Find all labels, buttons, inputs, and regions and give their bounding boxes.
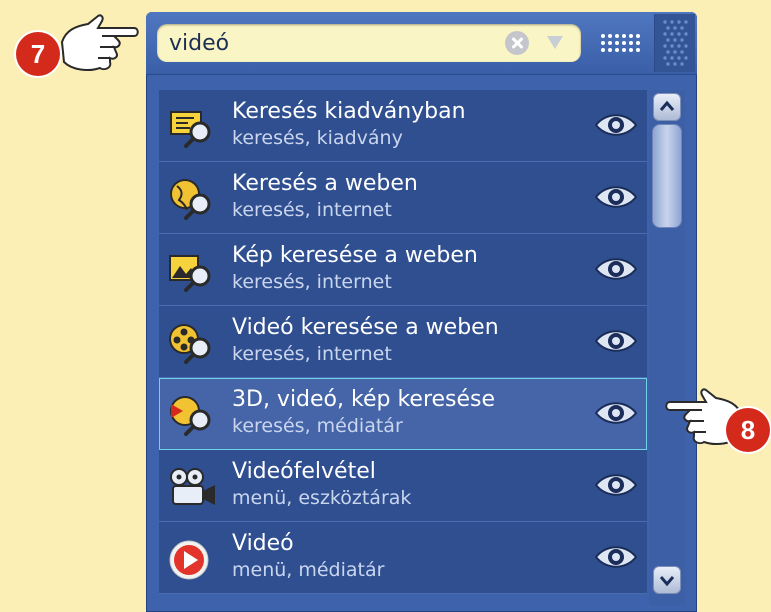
clear-search-icon[interactable]	[505, 31, 529, 55]
result-subtitle: menü, médiatár	[232, 559, 385, 581]
video-play-icon	[169, 540, 209, 580]
callout-badge-7: 7	[16, 32, 60, 76]
chevron-down-icon	[659, 576, 675, 587]
panel-handle-icon[interactable]	[654, 14, 695, 72]
image-search-icon	[169, 255, 211, 292]
scroll-up-button[interactable]	[653, 93, 681, 121]
preview-eye-icon[interactable]	[594, 542, 638, 572]
scrollbar-thumb[interactable]	[652, 124, 682, 228]
result-row-2[interactable]: Keresés a weben keresés, internet	[159, 162, 647, 234]
result-subtitle: keresés, internet	[232, 343, 392, 365]
preview-eye-icon[interactable]	[594, 254, 638, 284]
result-row-6[interactable]: Videófelvétel menü, eszköztárak	[159, 450, 647, 522]
results-list: Keresés kiadványban keresés, kiadvány Ke…	[159, 90, 647, 605]
video-search-icon	[169, 324, 211, 364]
result-title: Keresés kiadványban	[232, 99, 466, 124]
result-title: Videó	[232, 531, 294, 556]
chevron-up-icon	[659, 100, 675, 111]
publication-search-icon	[170, 111, 211, 148]
dropdown-arrow-icon[interactable]	[547, 36, 563, 49]
result-row-1[interactable]: Keresés kiadványban keresés, kiadvány	[159, 90, 647, 162]
web-search-icon	[170, 179, 211, 220]
preview-eye-icon[interactable]	[594, 398, 638, 428]
media-search-icon	[170, 396, 211, 436]
result-title: Videófelvétel	[232, 459, 376, 484]
result-row-5[interactable]: 3D, videó, kép keresése keresés, médiatá…	[159, 378, 647, 450]
video-camera-icon	[170, 468, 215, 505]
preview-eye-icon[interactable]	[594, 470, 638, 500]
result-row-3[interactable]: Kép keresése a weben keresés, internet	[159, 234, 647, 306]
result-subtitle: keresés, médiatár	[232, 415, 403, 437]
result-subtitle: keresés, kiadvány	[232, 127, 403, 149]
scroll-down-button[interactable]	[653, 566, 681, 594]
preview-eye-icon[interactable]	[594, 326, 638, 356]
result-subtitle: menü, eszköztárak	[232, 487, 412, 509]
result-title: Videó keresése a weben	[232, 315, 499, 340]
callout-badge-8: 8	[726, 408, 770, 452]
result-title: Kép keresése a weben	[232, 243, 478, 268]
result-row-4[interactable]: Videó keresése a weben keresés, internet	[159, 306, 647, 378]
result-row-7[interactable]: Videó menü, médiatár	[159, 522, 647, 594]
result-title: Keresés a weben	[232, 171, 418, 196]
search-input[interactable]	[167, 27, 501, 59]
result-title: 3D, videó, kép keresése	[232, 387, 496, 412]
preview-eye-icon[interactable]	[594, 182, 638, 212]
result-subtitle: keresés, internet	[232, 199, 392, 221]
pointing-hand-icon	[60, 14, 139, 71]
grid-view-icon[interactable]	[597, 28, 643, 58]
preview-eye-icon[interactable]	[594, 110, 638, 140]
result-subtitle: keresés, internet	[232, 271, 392, 293]
